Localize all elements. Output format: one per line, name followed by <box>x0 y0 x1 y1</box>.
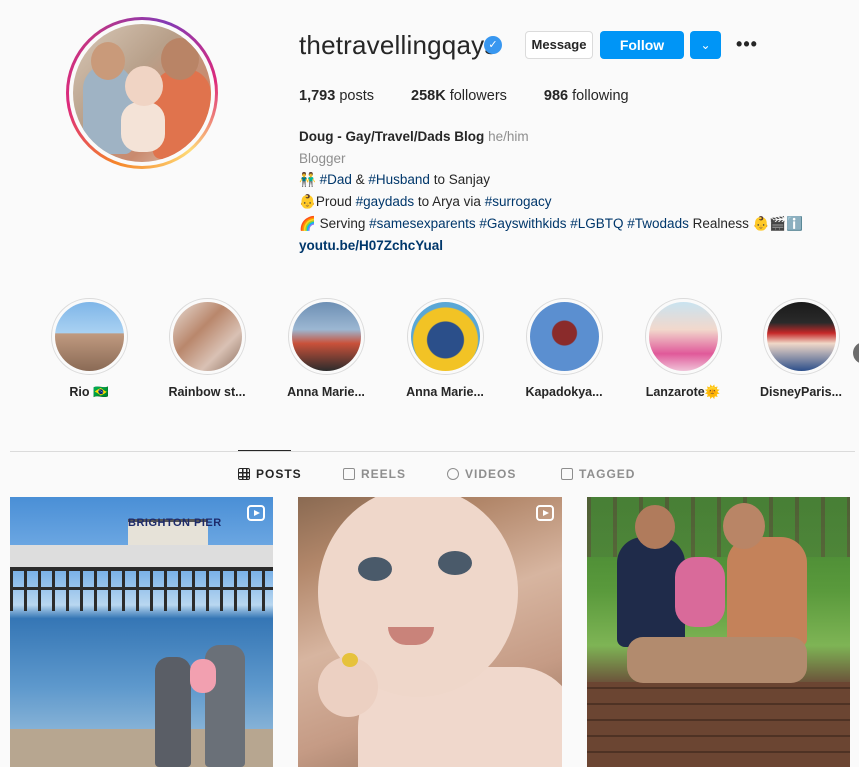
suggested-accounts-button[interactable]: ⌄ <box>690 31 721 59</box>
bio-line-2: 👶Proud #gaydads to Arya via #surrogacy <box>299 194 552 210</box>
highlight-photo <box>54 302 124 371</box>
avatar-photo <box>73 24 211 162</box>
highlight-item[interactable]: Kapadokya... <box>515 298 613 399</box>
highlight-photo <box>766 302 836 371</box>
followers-link[interactable]: 258K followers <box>411 88 507 104</box>
highlight-item[interactable]: Rainbow st... <box>158 298 256 399</box>
tab-reels[interactable]: REELS <box>343 467 406 481</box>
tab-tagged[interactable]: TAGGED <box>561 467 635 481</box>
post-thumbnail[interactable]: BRIGHTON PIER <box>10 497 273 767</box>
profile-bio: Doug - Gay/Travel/Dads Blog he/him Blogg… <box>299 126 839 256</box>
active-tab-indicator <box>238 450 291 451</box>
video-icon <box>447 468 459 480</box>
hashtag-link[interactable]: #surrogacy <box>485 194 552 209</box>
verified-badge-icon: ✓ <box>484 36 502 54</box>
tagged-icon <box>561 468 573 480</box>
highlight-item[interactable]: Anna Marie... <box>277 298 375 399</box>
hashtag-link[interactable]: #Gayswithkids <box>479 216 566 231</box>
highlight-photo <box>529 302 599 371</box>
profile-full-name: Doug - Gay/Travel/Dads Blog <box>299 129 485 144</box>
highlight-item[interactable]: Lanzarote🌞 <box>634 298 732 400</box>
highlight-photo <box>172 302 242 371</box>
highlight-item[interactable]: Anna Marie... <box>396 298 494 399</box>
hashtag-link[interactable]: #LGBTQ <box>570 216 623 231</box>
profile-stats: 1,793 posts 258K followers 986 following <box>299 88 666 104</box>
profile-external-link[interactable]: youtu.be/H07ZchcYual <box>299 238 443 253</box>
hashtag-link[interactable]: #Husband <box>368 172 430 187</box>
chevron-down-icon: ⌄ <box>700 38 711 52</box>
post-thumbnail[interactable] <box>587 497 850 767</box>
story-highlights: Rio 🇧🇷 Rainbow st... Anna Marie... Anna … <box>40 298 859 408</box>
grid-icon <box>238 468 250 480</box>
tabs-divider <box>10 451 855 452</box>
highlight-item[interactable]: DisneyParis... <box>752 298 850 399</box>
hashtag-link[interactable]: #samesexparents <box>369 216 476 231</box>
reel-icon <box>247 505 265 521</box>
tab-videos[interactable]: VIDEOS <box>447 467 516 481</box>
profile-pronouns: he/him <box>488 129 529 144</box>
profile-category: Blogger <box>299 150 346 166</box>
more-options-icon[interactable]: ••• <box>735 33 759 55</box>
highlight-item[interactable]: Rio 🇧🇷 <box>40 298 138 400</box>
highlight-photo <box>291 302 361 371</box>
reels-icon <box>343 468 355 480</box>
chevron-right-icon[interactable]: › <box>853 342 859 364</box>
following-link[interactable]: 986 following <box>544 88 629 104</box>
posts-count: 1,793 posts <box>299 88 374 104</box>
bio-line-1: 👬 #Dad & #Husband to Sanjay <box>299 172 490 188</box>
message-button[interactable]: Message <box>525 31 593 59</box>
reel-icon <box>536 505 554 521</box>
hashtag-link[interactable]: #Dad <box>320 172 352 187</box>
follow-button[interactable]: Follow <box>600 31 684 59</box>
profile-avatar[interactable] <box>66 17 218 169</box>
highlight-photo <box>648 302 718 371</box>
bio-line-3: 🌈 Serving #samesexparents #Gayswithkids … <box>299 215 804 231</box>
tab-posts[interactable]: POSTS <box>238 467 302 481</box>
hashtag-link[interactable]: #gaydads <box>356 194 415 209</box>
post-photo-sign: BRIGHTON PIER <box>128 517 222 529</box>
post-thumbnail[interactable] <box>298 497 562 767</box>
highlight-photo <box>410 302 480 371</box>
profile-username: thetravellingqays <box>299 30 498 60</box>
hashtag-link[interactable]: #Twodads <box>627 216 689 231</box>
